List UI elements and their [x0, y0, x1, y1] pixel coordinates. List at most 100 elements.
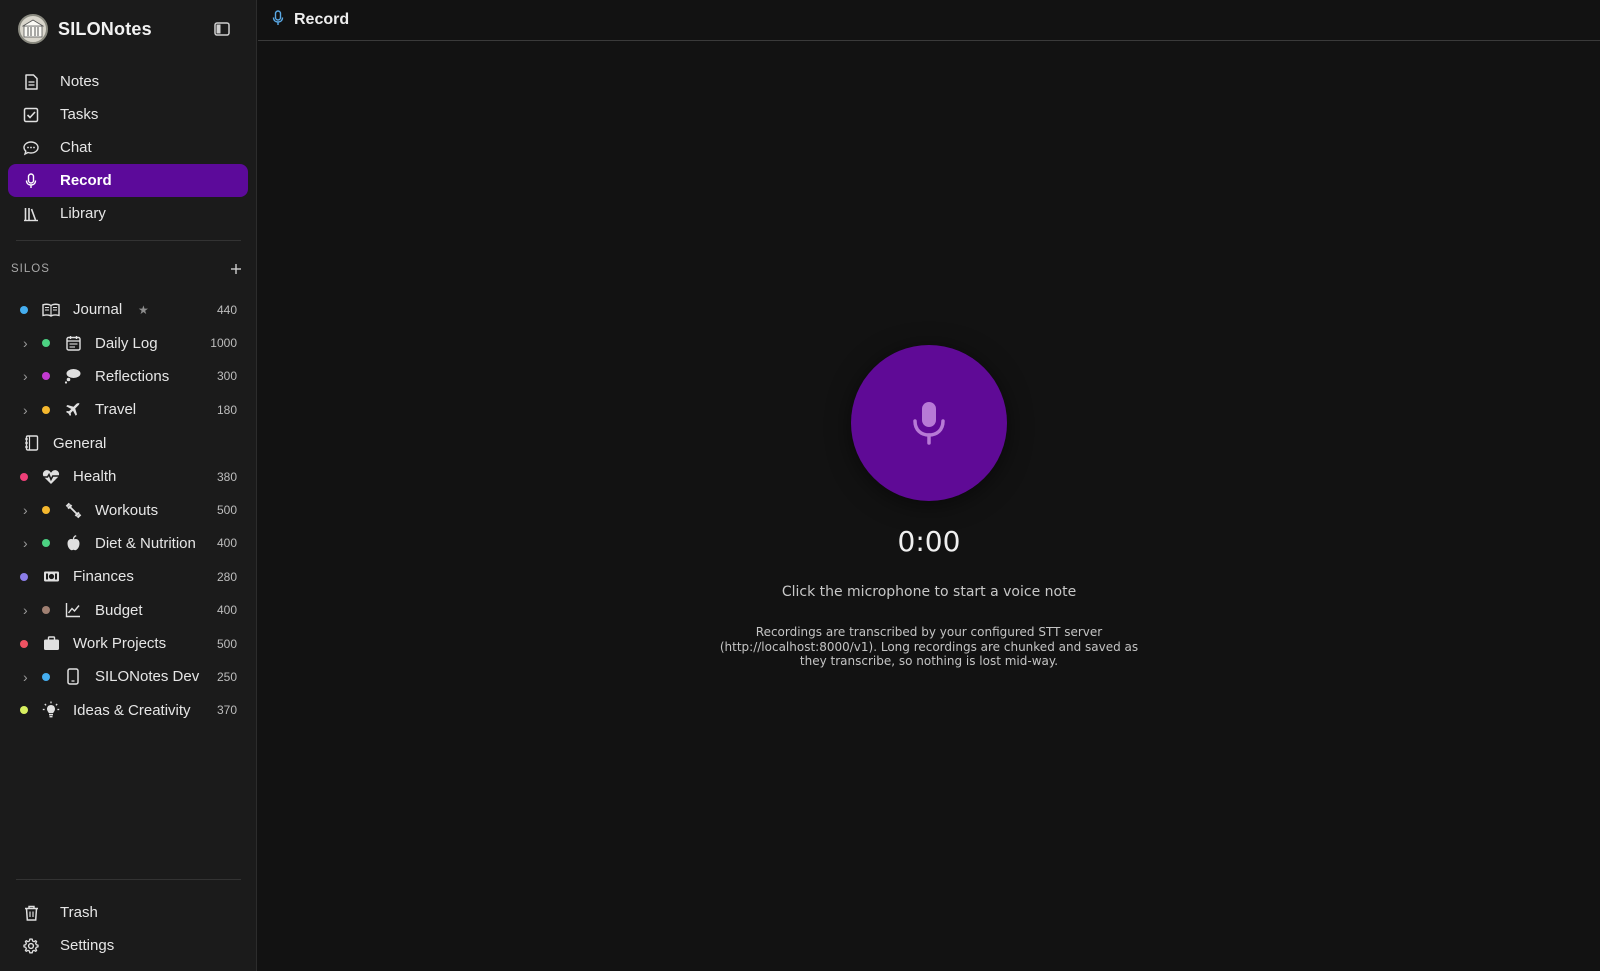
silo-name: General — [53, 434, 107, 452]
silo-name: SILONotes Dev — [95, 668, 200, 686]
silo-count: 1000 — [210, 336, 237, 351]
silo-name: Diet & Nutrition — [95, 534, 196, 552]
silo-count: 400 — [216, 603, 237, 618]
sidebar-toggle-icon — [214, 22, 230, 36]
silo-name: Reflections — [95, 367, 170, 385]
silo-color-dot — [42, 339, 50, 348]
silo-item-silonotes-dev[interactable]: › SILONotes Dev 250 — [0, 660, 257, 693]
silo-color-dot — [20, 706, 28, 715]
silo-name: Workouts — [95, 501, 159, 519]
silo-color-dot — [42, 506, 50, 515]
silo-item-health[interactable]: Health 380 — [0, 460, 257, 493]
silo-name: Daily Log — [95, 334, 158, 352]
banknote-icon — [42, 568, 60, 586]
books-icon — [23, 206, 39, 222]
silo-color-dot — [42, 539, 50, 548]
nav-item-settings[interactable]: Settings — [8, 929, 248, 962]
nav-item-notes[interactable]: Notes — [8, 65, 248, 98]
note-icon — [23, 73, 39, 90]
silo-list: Journal ★ 440 › Daily Log 1000 › Reflect… — [0, 293, 257, 727]
silo-item-workouts[interactable]: › Workouts 500 — [0, 493, 257, 526]
silo-color-dot — [42, 672, 50, 681]
silo-count: 400 — [216, 536, 237, 551]
phone-icon — [64, 668, 82, 686]
nav-item-chat[interactable]: Chat — [8, 131, 248, 164]
briefcase-icon — [42, 635, 60, 653]
collapse-sidebar-button[interactable] — [212, 20, 232, 38]
silo-item-journal[interactable]: Journal ★ 440 — [0, 293, 257, 326]
page-title: Record — [294, 11, 350, 28]
silo-name: Ideas & Creativity — [73, 701, 191, 719]
nav-item-record[interactable]: Record — [8, 164, 248, 197]
add-silo-button[interactable] — [229, 262, 243, 276]
silo-item-work-projects[interactable]: Work Projects 500 — [0, 627, 257, 660]
silo-color-dot — [20, 639, 28, 648]
book-open-icon — [42, 301, 60, 319]
recording-timer: 0:00 — [897, 525, 961, 558]
plus-icon — [231, 264, 241, 274]
record-button[interactable] — [851, 345, 1007, 501]
microphone-icon — [913, 402, 945, 445]
nav-item-tasks[interactable]: Tasks — [8, 98, 248, 131]
sidebar: SILONotes Notes Tasks Chat Record Librar… — [0, 0, 257, 971]
silo-item-finances[interactable]: Finances 280 — [0, 560, 257, 593]
chevron-right-icon[interactable]: › — [23, 669, 33, 685]
gear-icon — [23, 937, 39, 954]
silos-title: SILOS — [11, 263, 50, 275]
silo-item-diet-nutrition[interactable]: › Diet & Nutrition 400 — [0, 527, 257, 560]
silo-count: 370 — [216, 703, 237, 718]
silo-item-reflections[interactable]: › Reflections 300 — [0, 360, 257, 393]
nav-label: Chat — [60, 139, 92, 156]
silo-item-ideas-creativity[interactable]: Ideas & Creativity 370 — [0, 694, 257, 727]
silo-item-travel[interactable]: › Travel 180 — [0, 393, 257, 426]
dumbbell-icon — [64, 501, 82, 519]
checkbox-icon — [23, 107, 39, 123]
silo-name: Travel — [95, 401, 137, 419]
chevron-right-icon[interactable]: › — [23, 368, 33, 384]
silo-color-dot — [20, 472, 28, 481]
silo-color-dot — [20, 572, 28, 581]
thought-bubble-icon — [64, 367, 82, 385]
silo-item-general[interactable]: General — [0, 427, 257, 460]
silos-header: SILOS — [11, 259, 243, 279]
recorder-panel: 0:00 Click the microphone to start a voi… — [258, 42, 1600, 971]
chevron-right-icon[interactable]: › — [23, 602, 33, 618]
nav-label: Notes — [60, 73, 100, 90]
chevron-right-icon[interactable]: › — [23, 402, 33, 418]
silo-color-dot — [20, 305, 28, 314]
chat-bubble-icon — [23, 140, 39, 156]
silo-name: Budget — [95, 601, 143, 619]
brand[interactable]: SILONotes — [18, 13, 152, 45]
chevron-right-icon[interactable]: › — [23, 335, 33, 351]
nav-label: Settings — [60, 937, 115, 954]
silo-count: 380 — [216, 469, 237, 484]
star-icon[interactable]: ★ — [138, 303, 149, 317]
heart-pulse-icon — [42, 468, 60, 486]
silo-color-dot — [42, 405, 50, 414]
transcription-note: Recordings are transcribed by your confi… — [719, 625, 1139, 668]
bottom-divider — [16, 879, 241, 880]
nav-label: Tasks — [60, 106, 99, 123]
app-logo — [18, 14, 48, 44]
silo-count: 300 — [216, 369, 237, 384]
chevron-right-icon[interactable]: › — [23, 502, 33, 518]
silo-count: 440 — [216, 302, 237, 317]
silo-count: 500 — [216, 636, 237, 651]
nav-item-library[interactable]: Library — [8, 197, 248, 230]
silo-color-dot — [42, 372, 50, 381]
silo-count: 500 — [216, 503, 237, 518]
nav-label: Record — [60, 172, 112, 189]
chevron-right-icon[interactable]: › — [23, 535, 33, 551]
nav-item-trash[interactable]: Trash — [8, 896, 248, 929]
nav-divider — [16, 240, 241, 241]
silo-name: Finances — [73, 568, 134, 586]
silo-item-daily-log[interactable]: › Daily Log 1000 — [0, 326, 257, 359]
page-header: Record — [258, 0, 1600, 41]
microphone-icon — [272, 9, 284, 31]
silo-item-budget[interactable]: › Budget 400 — [0, 594, 257, 627]
silo-name: Health — [73, 468, 117, 486]
silo-count: 250 — [216, 669, 237, 684]
silo-color-dot — [42, 606, 50, 615]
silo-name: Work Projects — [73, 635, 167, 653]
microphone-icon — [23, 172, 39, 189]
